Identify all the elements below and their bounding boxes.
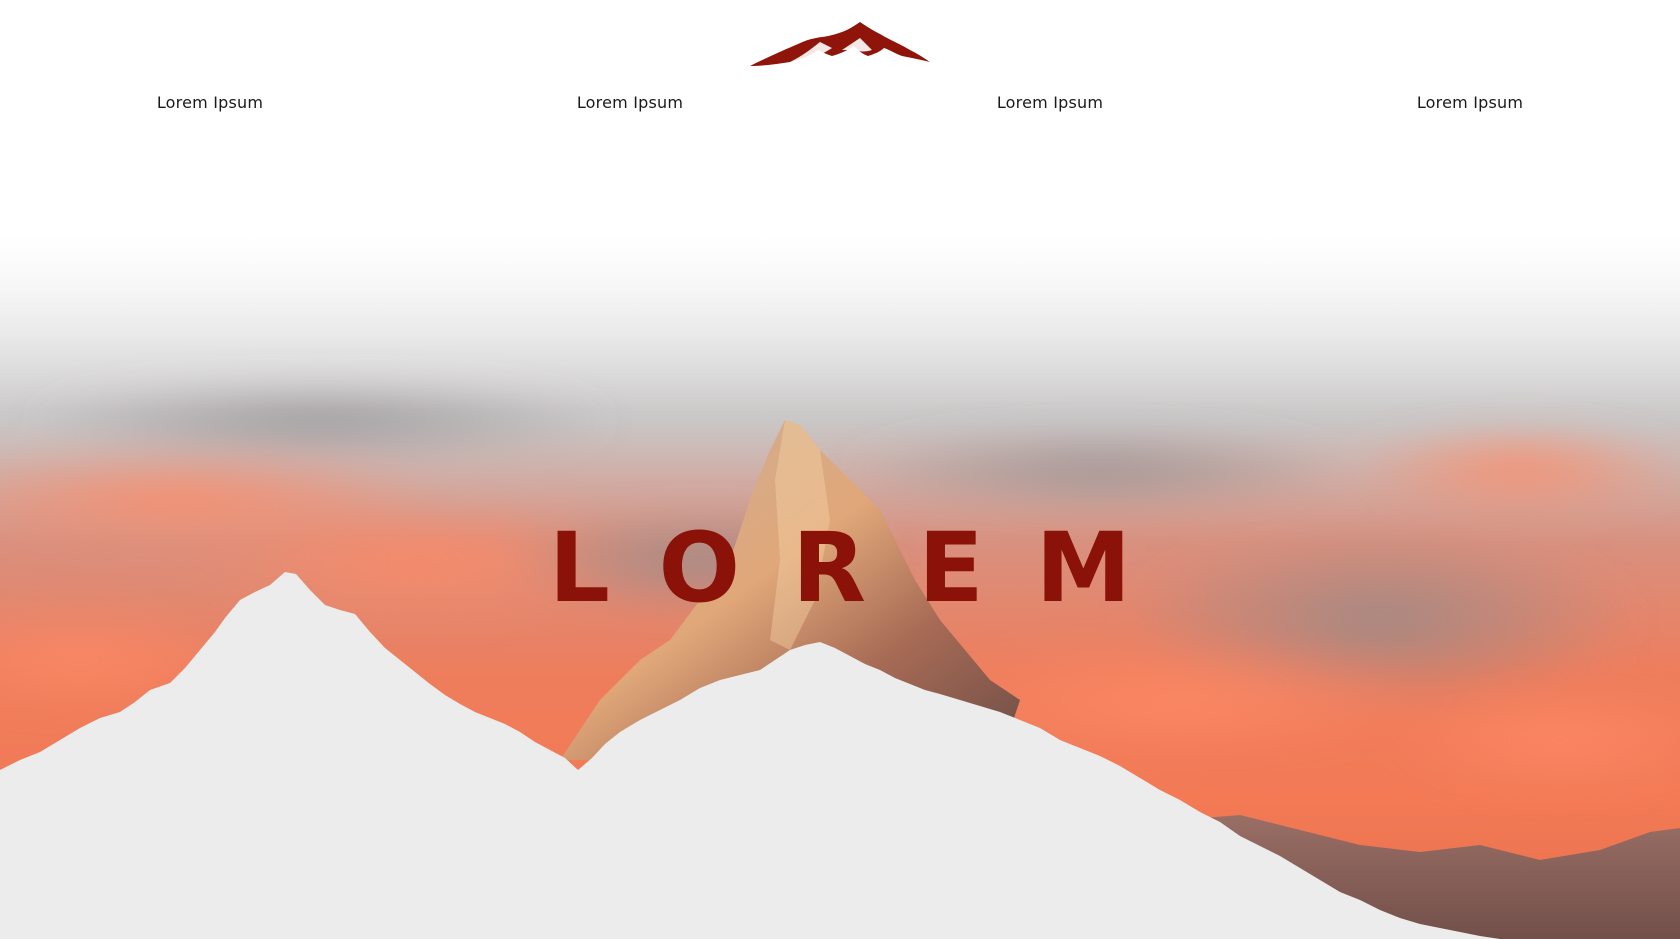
site-header: Lorem Ipsum Lorem Ipsum Lorem Ipsum Lore… bbox=[0, 0, 1680, 140]
mountain-logo-icon[interactable] bbox=[750, 20, 930, 68]
nav-item-3[interactable]: Lorem Ipsum bbox=[997, 93, 1103, 112]
nav-item-2[interactable]: Lorem Ipsum bbox=[577, 93, 683, 112]
landing-page: Lorem Ipsum Lorem Ipsum Lorem Ipsum Lore… bbox=[0, 0, 1680, 939]
hero-title: LOREM bbox=[548, 512, 1184, 624]
nav-item-4[interactable]: Lorem Ipsum bbox=[1417, 93, 1523, 112]
nav-item-1[interactable]: Lorem Ipsum bbox=[157, 93, 263, 112]
hero-mountain-scene bbox=[0, 0, 1680, 939]
